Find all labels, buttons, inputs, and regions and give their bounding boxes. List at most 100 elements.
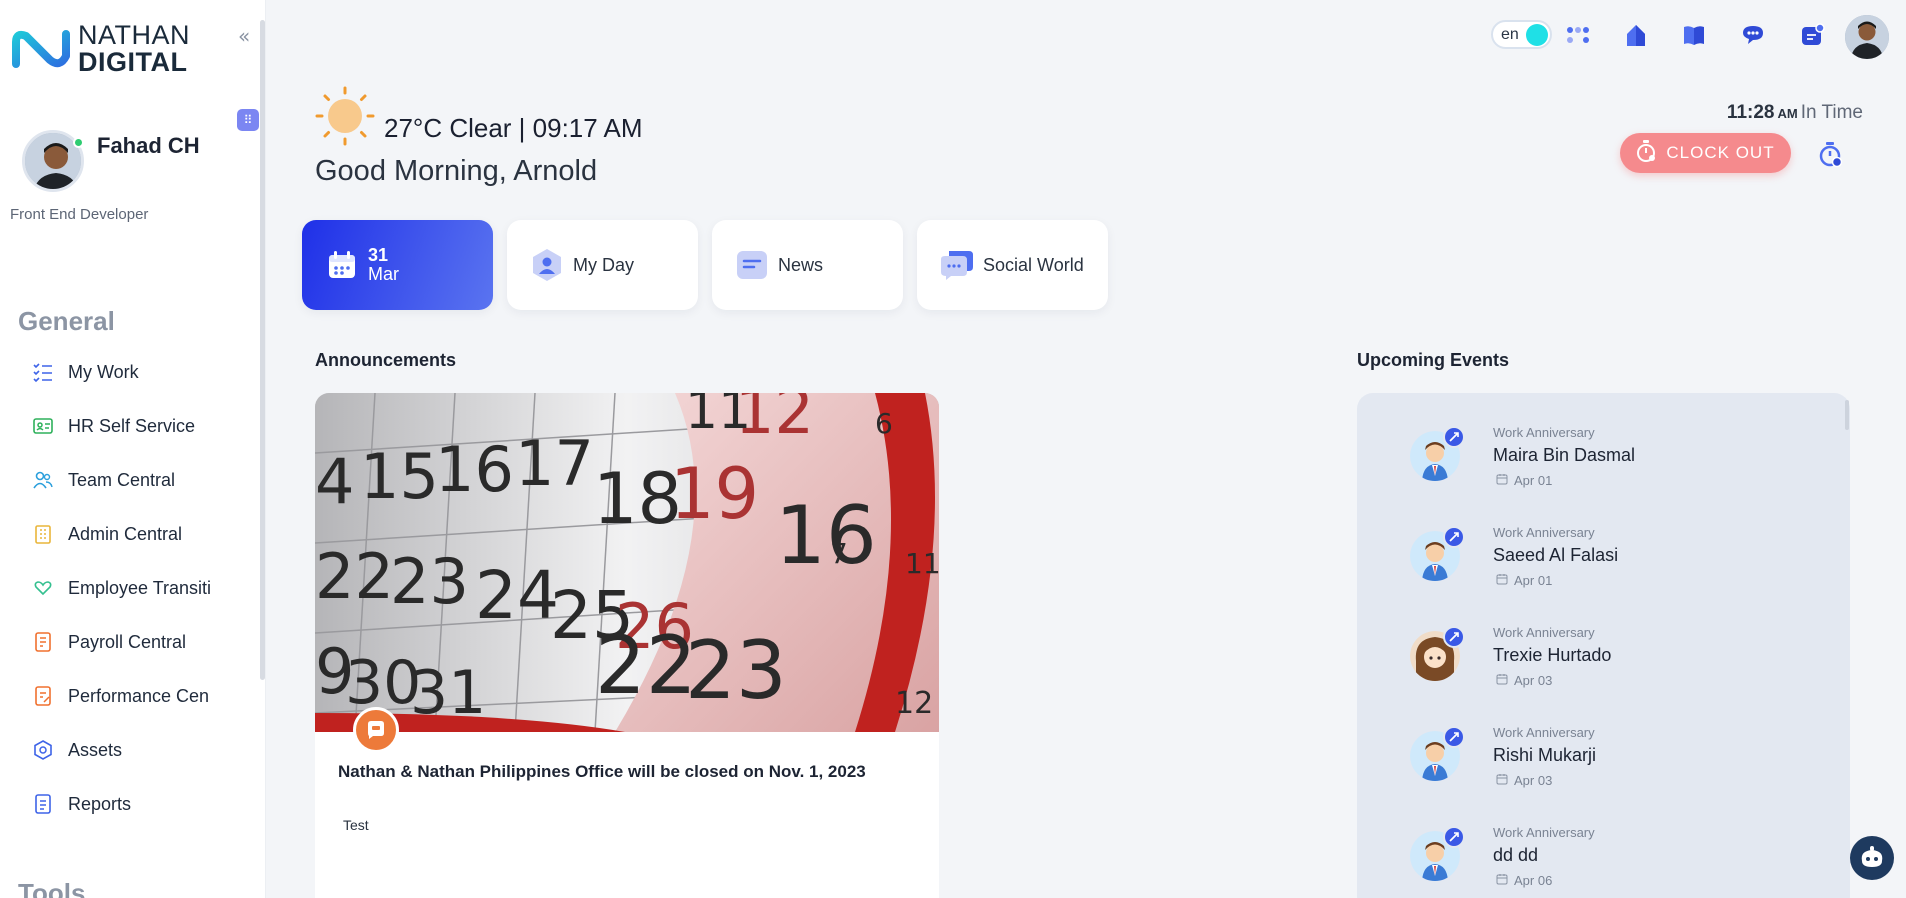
chat-icon[interactable]	[1738, 20, 1768, 50]
event-item[interactable]: Work Anniversary Saeed Al Falasi Apr 01	[1400, 523, 1820, 613]
sidebar-scrollbar[interactable]	[260, 20, 265, 680]
event-name: Trexie Hurtado	[1493, 645, 1612, 665]
event-date-text: Apr 03	[1514, 673, 1553, 688]
svg-text:22: 22	[595, 619, 697, 712]
in-time-value: 11:28	[1726, 102, 1775, 123]
tab-news[interactable]: News	[712, 220, 903, 310]
sidebar-item-label: Performance Cen	[68, 685, 210, 706]
book-icon[interactable]	[1679, 20, 1709, 50]
tab-date-text: 31 Mar	[368, 246, 399, 284]
calendar-icon	[1496, 873, 1508, 888]
tab-date-month: Mar	[368, 264, 399, 284]
event-date-text: Apr 01	[1514, 573, 1553, 588]
clock-out-button[interactable]: CLOCK OUT	[1620, 133, 1791, 173]
id-card-icon	[30, 413, 56, 439]
anniversary-badge-icon	[1443, 826, 1465, 848]
announcement-card[interactable]: 4 15 16 17 18 19 22 23 24 25 26 22 23 16 9 30 31 6 7 11…	[315, 393, 939, 898]
timer-icon[interactable]	[1815, 139, 1845, 169]
tab-my-day[interactable]: My Day	[507, 220, 698, 310]
checklist-icon	[30, 359, 56, 385]
sidebar-item-label: Team Central	[68, 469, 176, 490]
sidebar-item-label: My Work	[68, 361, 139, 382]
sidebar-item-team-central[interactable]: Team Central	[30, 463, 235, 497]
language-toggle[interactable]: en	[1491, 20, 1552, 49]
profile-name: Fahad CH	[97, 133, 200, 158]
anniversary-badge-icon	[1443, 426, 1465, 448]
event-item[interactable]: Work Anniversary Maira Bin Dasmal Apr 01	[1400, 423, 1820, 513]
stopwatch-icon	[1636, 139, 1656, 168]
sidebar-item-reports[interactable]: Reports	[30, 787, 235, 821]
more-options-icon[interactable]: ⠿	[237, 109, 259, 131]
event-date-text: Apr 06	[1514, 873, 1553, 888]
user-avatar[interactable]	[1845, 15, 1889, 59]
event-date-text: Apr 01	[1514, 473, 1553, 488]
anniversary-badge-icon	[1443, 626, 1465, 648]
collapse-sidebar-icon[interactable]: «	[238, 26, 258, 46]
apps-grid-icon[interactable]	[1563, 20, 1593, 50]
tab-label: News	[778, 254, 824, 275]
svg-text:11: 11	[905, 547, 939, 580]
heart-hand-icon	[30, 575, 56, 601]
svg-text:15: 15	[360, 440, 439, 513]
announcement-image: 4 15 16 17 18 19 22 23 24 25 26 22 23 16 9 30 31 6 7 11…	[315, 393, 939, 732]
weather-summary: 27°C Clear | 09:17 AM	[384, 113, 643, 143]
announcement-category-icon	[353, 707, 399, 753]
sidebar-item-label: Assets	[68, 739, 123, 760]
sidebar-item-label: Reports	[68, 793, 132, 814]
event-name: Saeed Al Falasi	[1493, 545, 1619, 565]
svg-text:12: 12	[895, 686, 933, 721]
svg-text:4: 4	[315, 445, 354, 518]
brand-line2: DIGITAL	[78, 47, 188, 77]
sidebar-item-admin-central[interactable]: Admin Central	[30, 517, 235, 551]
sidebar-item-label: Payroll Central	[68, 631, 187, 652]
calendar-icon	[1496, 573, 1508, 588]
building-icon	[30, 521, 56, 547]
sidebar-item-performance-central[interactable]: Performance Cen	[30, 679, 235, 713]
svg-text:18: 18	[593, 458, 682, 540]
brand-line1: NATHAN	[78, 20, 191, 50]
language-label: en	[1501, 25, 1519, 43]
event-item[interactable]: Work Anniversary dd dd Apr 06	[1400, 823, 1820, 898]
sidebar-item-hr-self-service[interactable]: HR Self Service	[30, 409, 235, 443]
sidebar: NATHAN DIGITAL « Fahad CH Front End Deve…	[0, 0, 266, 898]
in-time-ampm: AM	[1777, 106, 1798, 121]
social-chat-icon	[939, 247, 975, 283]
user-hexagon-icon	[529, 247, 565, 283]
payroll-doc-icon	[30, 629, 56, 655]
report-icon	[30, 791, 56, 817]
event-item[interactable]: Work Anniversary Trexie Hurtado Apr 03	[1400, 623, 1820, 713]
announcement-body: Test	[343, 817, 369, 833]
sidebar-item-label: Employee Transiti	[68, 577, 212, 598]
sidebar-item-label: Admin Central	[68, 523, 183, 544]
event-date: Apr 01	[1496, 473, 1552, 488]
brand-logo[interactable]: NATHAN DIGITAL	[10, 22, 190, 76]
hexagon-icon	[30, 737, 56, 763]
event-type: Work Anniversary	[1493, 425, 1595, 440]
tab-label: Social World	[983, 254, 1084, 275]
event-item[interactable]: Work Anniversary Rishi Mukarji Apr 03	[1400, 723, 1820, 813]
brand-name: NATHAN DIGITAL	[78, 22, 190, 76]
event-type: Work Anniversary	[1493, 825, 1595, 840]
event-date: Apr 03	[1496, 773, 1552, 788]
sidebar-item-my-work[interactable]: My Work	[30, 355, 235, 389]
in-time-display: 11:28 AM In Time	[1727, 102, 1863, 124]
sidebar-item-payroll-central[interactable]: Payroll Central	[30, 625, 235, 659]
clock-out-label: CLOCK OUT	[1666, 143, 1775, 162]
home-icon[interactable]	[1621, 20, 1651, 50]
tab-date[interactable]: 31 Mar	[302, 220, 493, 310]
svg-text:23: 23	[685, 624, 787, 717]
greeting-text: Good Morning, Arnold	[315, 155, 598, 187]
sidebar-item-assets[interactable]: Assets	[30, 733, 235, 767]
notification-icon[interactable]	[1797, 20, 1827, 50]
sidebar-item-employee-transition[interactable]: Employee Transiti	[30, 571, 235, 605]
svg-text:19: 19	[670, 453, 759, 535]
person-photo-icon	[1845, 15, 1889, 59]
tab-social-world[interactable]: Social World	[917, 220, 1108, 310]
events-scrollbar[interactable]	[1845, 400, 1849, 430]
announcement-title[interactable]: Nathan & Nathan Philippines Office will …	[338, 762, 866, 782]
svg-text:23: 23	[390, 545, 469, 618]
profile-role: Front End Developer	[10, 206, 149, 223]
chatbot-icon[interactable]	[1850, 836, 1894, 880]
svg-text:24: 24	[475, 557, 559, 634]
announcements-heading: Announcements	[315, 350, 457, 370]
